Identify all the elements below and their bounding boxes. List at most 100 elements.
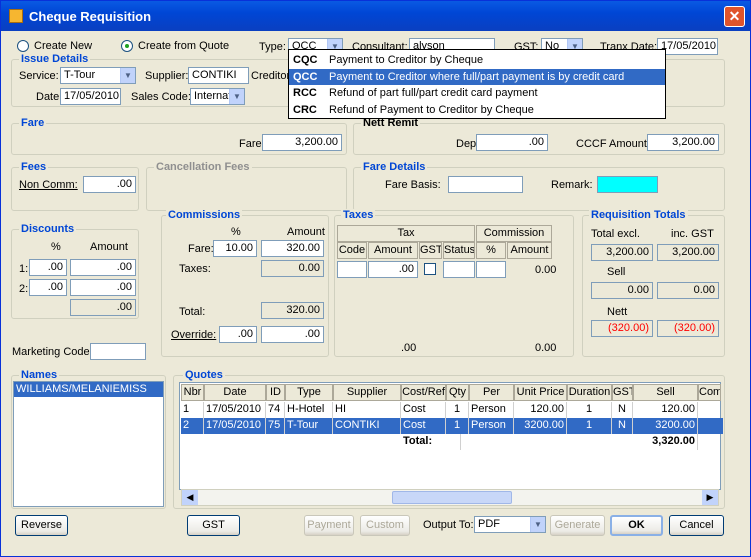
gst-button[interactable]: GST <box>187 515 240 536</box>
table-cell: 17/05/2010 <box>204 402 266 418</box>
sales-code-select[interactable]: Internat ▼ <box>190 88 245 105</box>
comm-fare-amount-field[interactable]: 320.00 <box>261 240 324 257</box>
nett-excl-value: (320.00) <box>591 320 653 337</box>
create-from-quote-radio[interactable] <box>121 40 133 52</box>
type-option-desc: Refund of part full/part credit card pay… <box>329 87 538 99</box>
quotes-column-header[interactable]: Qty <box>446 384 469 401</box>
discount1-amount-field[interactable]: .00 <box>70 259 136 276</box>
type-option-desc: Refund of Payment to Creditor by Cheque <box>329 103 534 116</box>
remark-label: Remark: <box>551 179 593 191</box>
marketing-code-field[interactable] <box>90 343 146 360</box>
generate-button[interactable]: Generate <box>550 515 605 536</box>
tax-comm-amount-value: 0.00 <box>535 264 557 276</box>
type-option[interactable]: RCC Refund of part full/part credit card … <box>289 85 665 101</box>
tax-code-field[interactable] <box>337 261 367 278</box>
requisition-totals-title: Requisition Totals <box>589 209 688 221</box>
table-row[interactable]: 1 17/05/2010 74 H-Hotel HI Cost 1 Person 120.00 1… <box>181 402 723 418</box>
tax-status-field[interactable] <box>443 261 475 278</box>
creditor-label: Creditor <box>251 70 291 82</box>
output-to-value: PDF <box>478 518 500 530</box>
fare-title: Fare <box>19 117 47 129</box>
quotes-column-header[interactable]: Type <box>285 384 333 401</box>
quotes-horizontal-scrollbar[interactable]: ◀ ▶ <box>181 489 719 506</box>
table-cell: CONTIKI <box>333 418 401 434</box>
scroll-thumb[interactable] <box>392 491 512 504</box>
output-to-label: Output To: <box>423 519 474 531</box>
table-cell: Person <box>469 418 514 434</box>
table-cell: 75 <box>266 418 285 434</box>
fare-details-title: Fare Details <box>361 161 428 173</box>
scroll-right-icon[interactable]: ▶ <box>702 490 718 505</box>
quotes-column-header[interactable]: ID <box>266 384 285 401</box>
type-option[interactable]: CRC Refund of Payment to Creditor by Cheq… <box>289 102 665 118</box>
tax-amount-field[interactable]: .00 <box>368 261 418 278</box>
service-value: T-Tour <box>64 69 96 81</box>
discount2-amount-field[interactable]: .00 <box>70 279 136 296</box>
scroll-left-icon[interactable]: ◀ <box>182 490 198 505</box>
quotes-column-header[interactable]: Nbr <box>181 384 204 401</box>
create-new-radio[interactable] <box>17 40 29 52</box>
close-icon[interactable]: ✕ <box>724 6 745 27</box>
comm-fare-pct-field[interactable]: 10.00 <box>213 240 257 257</box>
tax-status-header: Status <box>443 242 475 259</box>
fare-label: Fare: <box>239 138 265 150</box>
service-select[interactable]: T-Tour ▼ <box>60 67 136 84</box>
discount2-pct-field[interactable]: .00 <box>29 279 67 296</box>
names-list[interactable]: WILLIAMS/MELANIEMISS <box>13 381 164 507</box>
quotes-column-header[interactable]: Date <box>204 384 266 401</box>
type-option-code: RCC <box>293 87 317 99</box>
list-item[interactable]: WILLIAMS/MELANIEMISS <box>14 382 163 397</box>
quotes-column-header[interactable]: Per <box>469 384 514 401</box>
remark-field[interactable] <box>597 176 658 193</box>
total-excl-value: 3,200.00 <box>591 244 653 261</box>
quotes-column-header[interactable]: Supplier <box>333 384 401 401</box>
table-cell: 120.00 <box>514 402 567 418</box>
chevron-down-icon: ▼ <box>120 68 135 83</box>
tranx-date-field[interactable]: 17/05/2010 <box>657 38 718 55</box>
cancel-button[interactable]: Cancel <box>669 515 724 536</box>
type-dropdown-list[interactable]: CQC Payment to Creditor by Cheque QCC Payme… <box>288 49 666 119</box>
override-amount-field[interactable]: .00 <box>261 326 324 343</box>
quotes-column-header[interactable]: Sell <box>633 384 698 401</box>
tax-amount-header: Amount <box>368 242 418 259</box>
service-label: Service: <box>19 70 59 82</box>
tax-pct-field[interactable] <box>476 261 506 278</box>
chevron-down-icon: ▼ <box>530 517 545 532</box>
reverse-button[interactable]: Reverse <box>15 515 68 536</box>
comm-fare-label: Fare: <box>188 243 214 255</box>
comm-taxes-label: Taxes: <box>179 263 211 275</box>
sales-code-label: Sales Code: <box>131 91 191 103</box>
fare-field[interactable]: 3,200.00 <box>262 134 342 151</box>
payment-button[interactable]: Payment <box>304 515 354 536</box>
quotes-column-header[interactable]: Unit Price <box>514 384 567 401</box>
table-row[interactable]: 2 17/05/2010 75 T-Tour CONTIKI Cost 1 Person 320… <box>181 418 723 434</box>
supplier-field[interactable]: CONTIKI <box>188 67 249 84</box>
non-comm-field[interactable]: .00 <box>83 176 136 193</box>
quotes-column-header[interactable]: Duration <box>567 384 612 401</box>
output-to-select[interactable]: PDF ▼ <box>474 516 546 533</box>
issue-details-title: Issue Details <box>19 53 91 65</box>
nett-inc-value: (320.00) <box>657 320 719 337</box>
sell-excl-value: 0.00 <box>591 282 653 299</box>
type-option-desc: Payment to Creditor where full/part paym… <box>329 70 625 83</box>
tax-group-header: Tax <box>337 225 475 242</box>
quotes-column-header[interactable]: Com <box>698 384 721 401</box>
fare-basis-field[interactable] <box>448 176 523 193</box>
fare-basis-label: Fare Basis: <box>385 179 441 191</box>
table-cell: 2 <box>181 418 204 434</box>
tax-gst-checkbox[interactable] <box>424 263 436 275</box>
type-option[interactable]: CQC Payment to Creditor by Cheque <box>289 52 665 68</box>
override-pct-field[interactable]: .00 <box>219 326 257 343</box>
ok-button[interactable]: OK <box>610 515 663 536</box>
table-cell: 3200.00 <box>514 418 567 434</box>
date-field[interactable]: 17/05/2010 <box>60 88 121 105</box>
cccf-field[interactable]: 3,200.00 <box>647 134 719 151</box>
quotes-column-header[interactable]: GST <box>612 384 633 401</box>
discount1-pct-field[interactable]: .00 <box>29 259 67 276</box>
commissions-title: Commissions <box>166 209 243 221</box>
dep-field[interactable]: .00 <box>476 134 548 151</box>
type-option[interactable]: QCC Payment to Creditor where full/part p… <box>289 68 665 85</box>
quotes-column-header[interactable]: Cost/Ref <box>401 384 446 401</box>
custom-button[interactable]: Custom <box>360 515 410 536</box>
quotes-title: Quotes <box>183 369 225 381</box>
